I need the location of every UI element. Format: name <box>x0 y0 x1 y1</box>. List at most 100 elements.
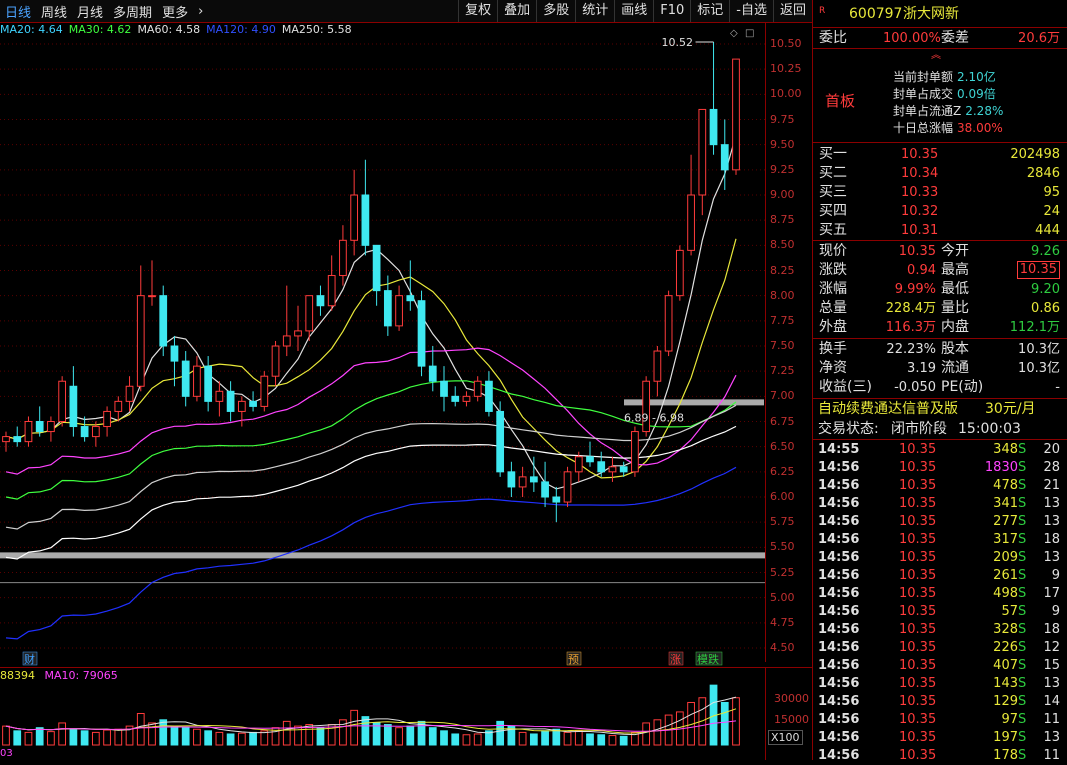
volume-bar <box>47 731 55 746</box>
candle-body <box>237 400 246 412</box>
candle-body <box>395 295 403 327</box>
candle-body <box>451 395 460 402</box>
candle-body <box>485 380 493 412</box>
candle-body <box>260 375 269 407</box>
volume-bar <box>563 731 572 746</box>
tick-volume: 129 <box>993 694 1018 709</box>
candle-body <box>608 466 617 473</box>
tool-button[interactable]: F10 <box>653 0 690 22</box>
support-band <box>0 552 765 559</box>
tick-time: 14:56 <box>818 712 860 727</box>
tool-button[interactable]: 复权 <box>458 0 497 22</box>
candle-body <box>249 400 257 407</box>
price-tick: 5.25 <box>770 565 795 579</box>
price-tick: 5.00 <box>770 590 795 604</box>
bid-volume: 24 <box>1043 204 1060 219</box>
bid-row[interactable]: 买一 10.35 202498 <box>813 145 1067 164</box>
stock-name[interactable]: 浙大网新 <box>903 5 959 24</box>
tick-volume: 348 <box>993 442 1018 457</box>
bid-volume: 202498 <box>1010 147 1060 162</box>
tick-volume: 277 <box>993 514 1018 529</box>
candle-body <box>597 461 606 473</box>
period-tab[interactable]: 更多 <box>157 2 193 21</box>
volume-bar <box>529 733 538 746</box>
volume-bar <box>619 735 628 746</box>
kline-chart[interactable]: 10.52 6.89 - 6.98 财 预 涨 模跌 ◇ □ <box>0 22 765 760</box>
chevron-right-icon[interactable]: › <box>193 4 208 19</box>
candle-body <box>518 476 527 488</box>
tick-price: 10.35 <box>899 622 937 637</box>
tick-time: 14:56 <box>818 604 860 619</box>
tick-side: S <box>1018 604 1027 619</box>
fundamental-label: 收益(三) <box>819 379 872 395</box>
tick-time: 14:56 <box>818 640 860 655</box>
period-tab[interactable]: 日线 <box>0 2 36 21</box>
tick-count: 15 <box>1043 658 1060 673</box>
volume-bar <box>653 719 662 746</box>
board-stat-row: 当前封单额 2.10亿 <box>893 68 996 85</box>
price-tick: 10.00 <box>770 87 802 101</box>
bid-volume: 444 <box>1035 223 1060 238</box>
tool-button[interactable]: 统计 <box>575 0 614 22</box>
tick-time: 14:56 <box>818 532 860 547</box>
tick-volume: 209 <box>993 550 1018 565</box>
tick-time: 14:56 <box>818 730 860 745</box>
tick-row: 14:56 10.35 97 S 11 <box>813 711 1067 729</box>
tick-volume: 97 <box>1001 712 1018 727</box>
board-stat-label: 封单占流通Z <box>893 104 962 118</box>
promo-text[interactable]: 自动续费通达信普及版 <box>818 400 958 419</box>
tick-row: 14:56 10.35 178 S 11 <box>813 747 1067 765</box>
tick-side: S <box>1018 730 1027 745</box>
period-tab[interactable]: 月线 <box>72 2 108 21</box>
bid-row[interactable]: 买二 10.34 2846 <box>813 164 1067 183</box>
period-tab[interactable]: 周线 <box>36 2 72 21</box>
bid-row[interactable]: 买五 10.31 444 <box>813 221 1067 240</box>
candle-body <box>13 436 22 443</box>
high-price-label: 10.52 <box>662 36 694 49</box>
price-tick: 6.00 <box>770 490 795 503</box>
candle-body <box>114 400 123 412</box>
quote-value: 9.26 <box>1031 244 1060 259</box>
candle-body <box>316 295 325 307</box>
tick-side: S <box>1018 658 1027 673</box>
fundamental-value: -0.050 <box>894 380 936 395</box>
volume-bar <box>294 725 302 746</box>
tick-price: 10.35 <box>899 604 937 619</box>
promo-price[interactable]: 30元/月 <box>985 400 1036 419</box>
quote-panel: R 600797 浙大网新 委比 100.00% 委差 20.6万 ︽ 首板 当… <box>812 0 1067 763</box>
price-tick: 6.50 <box>770 439 795 453</box>
candle-body <box>294 330 302 337</box>
volume-bar <box>91 731 100 746</box>
tick-row: 14:56 10.35 209 S 13 <box>813 549 1067 567</box>
tick-volume: 226 <box>993 640 1018 655</box>
tick-row: 14:56 10.35 197 S 13 <box>813 729 1067 747</box>
weibi-label: 委比 <box>819 30 847 46</box>
tick-time: 14:56 <box>818 550 860 565</box>
tool-button[interactable]: 多股 <box>536 0 575 22</box>
tool-button[interactable]: 画线 <box>614 0 653 22</box>
bid-row[interactable]: 买四 10.32 24 <box>813 202 1067 221</box>
tool-button[interactable]: 返回 <box>772 0 812 22</box>
candle-body <box>496 410 505 473</box>
promo-banner[interactable]: 自动续费通达信普及版 30元/月 <box>813 400 1067 419</box>
board-stat-value: 0.09倍 <box>957 87 996 101</box>
ma-line-ma5 <box>5 135 737 490</box>
volume-bottom-label: 03 <box>0 748 13 759</box>
tool-button[interactable]: 叠加 <box>497 0 536 22</box>
quote-label: 外盘 <box>819 319 847 335</box>
tick-time: 14:56 <box>818 568 860 583</box>
candle-body <box>136 295 145 387</box>
fundamental-value: - <box>1055 380 1060 395</box>
tick-count: 9 <box>1051 568 1060 583</box>
candle-body <box>619 466 628 473</box>
period-tab[interactable]: 多周期 <box>108 2 157 21</box>
tool-button[interactable]: 标记 <box>690 0 729 22</box>
tick-volume: 261 <box>993 568 1018 583</box>
bid-row[interactable]: 买三 10.33 95 <box>813 183 1067 202</box>
tool-button[interactable]: -自选 <box>729 0 773 22</box>
fundamental-value: 10.3亿 <box>1018 361 1060 376</box>
volume-bar <box>249 731 257 746</box>
quote-value: 0.86 <box>1031 301 1060 316</box>
tick-row: 14:56 10.35 261 S 9 <box>813 567 1067 585</box>
tick-time: 14:56 <box>818 586 860 601</box>
